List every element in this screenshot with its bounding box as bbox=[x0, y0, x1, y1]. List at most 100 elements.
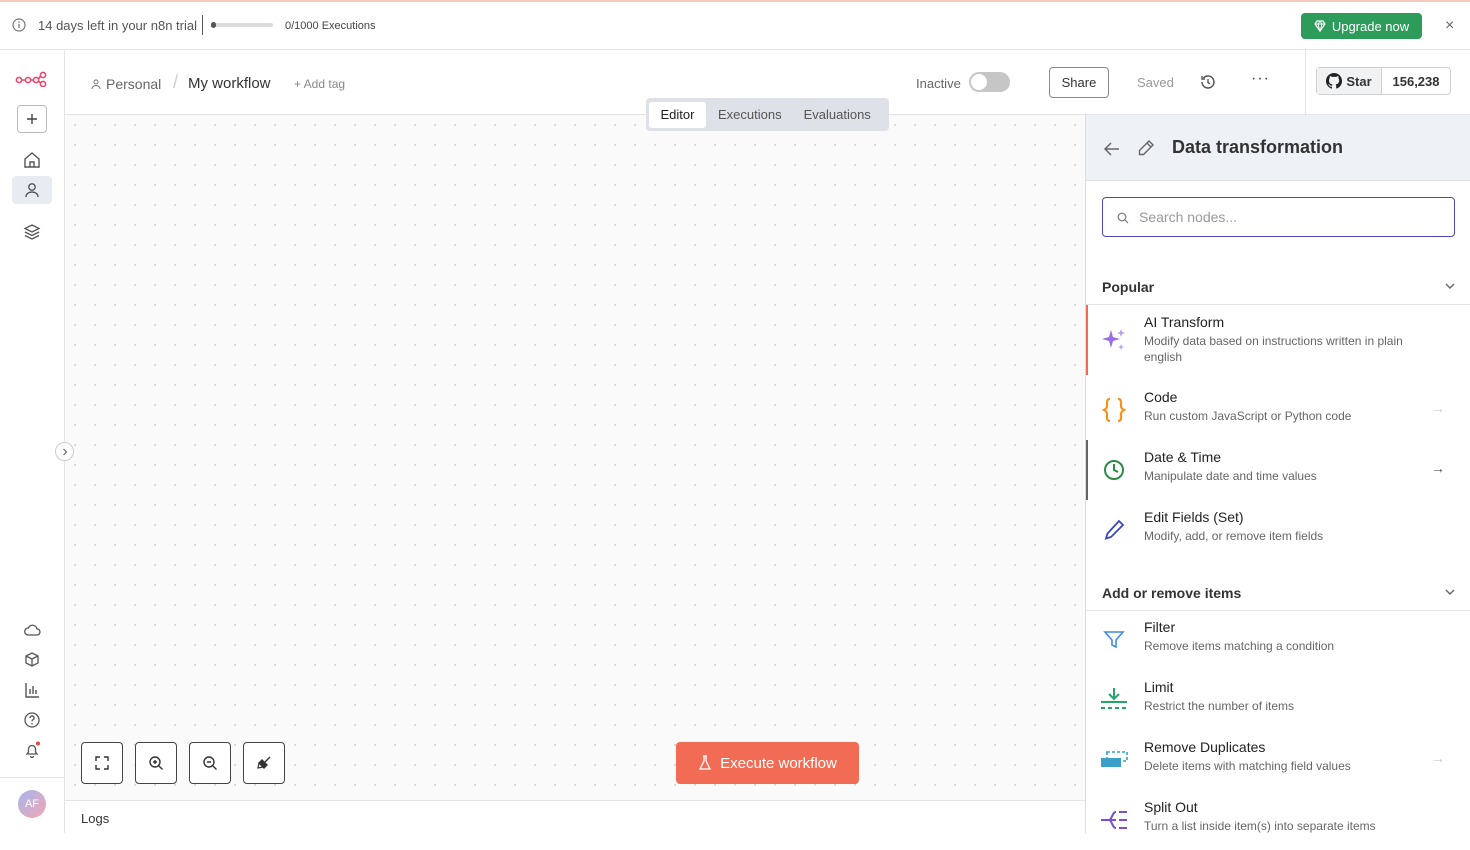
info-icon bbox=[12, 18, 26, 32]
tab-editor[interactable]: Editor bbox=[649, 101, 706, 128]
upgrade-label: Upgrade now bbox=[1331, 18, 1410, 34]
home-icon[interactable] bbox=[22, 150, 42, 170]
node-item-remove-duplicates[interactable]: Remove Duplicates Delete items with matc… bbox=[1086, 730, 1470, 790]
toggle-knob bbox=[971, 74, 987, 90]
logs-panel[interactable]: Logs bbox=[65, 800, 1085, 833]
search-nodes-field[interactable] bbox=[1102, 197, 1455, 237]
tab-executions[interactable]: Executions bbox=[708, 102, 792, 128]
sparkles-icon bbox=[1100, 326, 1128, 354]
breadcrumb-project[interactable]: Personal bbox=[90, 76, 161, 92]
workflow-name[interactable]: My workflow bbox=[188, 75, 271, 92]
breadcrumb-separator: / bbox=[173, 72, 179, 92]
plus-icon bbox=[27, 114, 37, 124]
pen-icon bbox=[1100, 516, 1128, 544]
share-button[interactable]: Share bbox=[1049, 67, 1109, 98]
fit-view-icon bbox=[95, 756, 109, 770]
section-popular[interactable]: Popular bbox=[1086, 267, 1470, 305]
more-options-button[interactable]: ··· bbox=[1251, 70, 1270, 88]
pencil-icon bbox=[1138, 140, 1154, 156]
section-title: Add or remove items bbox=[1102, 585, 1242, 601]
node-creator-panel: Data transformation Popular AI Transform… bbox=[1085, 115, 1470, 833]
node-name: Split Out bbox=[1144, 799, 1198, 815]
active-toggle[interactable] bbox=[969, 72, 1010, 92]
split-out-icon bbox=[1100, 806, 1128, 834]
saved-status: Saved bbox=[1137, 75, 1174, 90]
avatar[interactable]: AF bbox=[18, 790, 46, 818]
node-item-date-time[interactable]: Date & Time Manipulate date and time val… bbox=[1086, 440, 1470, 500]
highlight-bar bbox=[1086, 305, 1088, 375]
node-description: Manipulate date and time values bbox=[1144, 469, 1317, 483]
node-name: Edit Fields (Set) bbox=[1144, 509, 1244, 525]
github-star-widget: Star 156,238 bbox=[1305, 50, 1470, 115]
node-item-code[interactable]: Code Run custom JavaScript or Python cod… bbox=[1086, 380, 1470, 440]
chevron-down-icon bbox=[1445, 589, 1455, 595]
node-name: Code bbox=[1144, 389, 1178, 405]
filter-icon bbox=[1100, 626, 1128, 654]
panel-header: Data transformation bbox=[1086, 115, 1470, 181]
zoom-to-fit-button[interactable] bbox=[81, 742, 123, 784]
github-star-button[interactable]: Star bbox=[1317, 68, 1382, 94]
broom-icon bbox=[257, 756, 271, 769]
n8n-logo-icon[interactable] bbox=[15, 71, 47, 87]
zoom-out-button[interactable] bbox=[189, 742, 231, 784]
zoom-out-icon bbox=[203, 756, 217, 770]
close-banner-button[interactable]: × bbox=[1445, 17, 1454, 35]
node-name: Limit bbox=[1144, 679, 1174, 695]
project-name: Personal bbox=[106, 76, 162, 92]
hover-bar bbox=[1086, 440, 1088, 500]
gem-icon bbox=[1314, 20, 1326, 32]
expand-sidebar-button[interactable] bbox=[55, 442, 74, 461]
node-name: Remove Duplicates bbox=[1144, 739, 1266, 755]
upgrade-button[interactable]: Upgrade now bbox=[1301, 13, 1422, 39]
user-icon bbox=[91, 79, 101, 90]
executions-count: 0/1000 Executions bbox=[285, 20, 376, 32]
node-description: Delete items with matching field values bbox=[1144, 759, 1351, 773]
node-description: Restrict the number of items bbox=[1144, 699, 1295, 713]
insights-icon[interactable] bbox=[22, 680, 42, 700]
help-icon[interactable] bbox=[22, 710, 42, 730]
execute-label: Execute workflow bbox=[720, 754, 837, 772]
search-input[interactable] bbox=[1139, 206, 1439, 228]
node-name: Date & Time bbox=[1144, 449, 1222, 465]
section-add-remove-items[interactable]: Add or remove items bbox=[1086, 573, 1470, 611]
back-arrow-icon[interactable] bbox=[1104, 142, 1120, 156]
templates-icon[interactable] bbox=[22, 650, 42, 670]
duplicates-icon bbox=[1100, 746, 1128, 774]
node-item-ai-transform[interactable]: AI Transform Modify data based on instru… bbox=[1086, 305, 1470, 375]
history-icon[interactable] bbox=[1199, 73, 1217, 91]
logs-label: Logs bbox=[81, 811, 110, 826]
tab-evaluations[interactable]: Evaluations bbox=[794, 102, 881, 128]
arrow-right-icon: → bbox=[1431, 400, 1445, 416]
add-tag-button[interactable]: + Add tag bbox=[294, 77, 345, 91]
node-item-split-out[interactable]: Split Out Turn a list inside item(s) int… bbox=[1086, 790, 1470, 850]
node-item-filter[interactable]: Filter Remove items matching a condition bbox=[1086, 610, 1470, 670]
zoom-in-icon bbox=[149, 756, 163, 770]
zoom-in-button[interactable] bbox=[135, 742, 177, 784]
node-name: AI Transform bbox=[1144, 314, 1225, 330]
star-label: Star bbox=[1346, 73, 1372, 89]
execute-workflow-button[interactable]: Execute workflow bbox=[676, 742, 859, 784]
node-description: Turn a list inside item(s) into separate… bbox=[1144, 819, 1376, 833]
star-count[interactable]: 156,238 bbox=[1382, 68, 1450, 94]
arrow-right-icon: → bbox=[1431, 750, 1445, 766]
layers-icon[interactable] bbox=[22, 222, 42, 242]
tidy-up-button[interactable] bbox=[243, 742, 285, 784]
flask-icon bbox=[699, 755, 712, 770]
github-icon bbox=[1326, 73, 1343, 89]
panel-title: Data transformation bbox=[1172, 137, 1344, 157]
chevron-right-icon bbox=[62, 448, 67, 455]
node-item-limit[interactable]: Limit Restrict the number of items bbox=[1086, 670, 1470, 730]
user-icon[interactable] bbox=[22, 180, 42, 200]
create-button[interactable] bbox=[17, 105, 47, 133]
limit-icon bbox=[1100, 686, 1128, 714]
cloud-icon[interactable] bbox=[22, 620, 42, 640]
node-item-edit-fields[interactable]: Edit Fields (Set) Modify, add, or remove… bbox=[1086, 500, 1470, 560]
node-description: Modify data based on instructions writte… bbox=[1144, 334, 1403, 364]
search-icon bbox=[1117, 212, 1129, 224]
section-title: Popular bbox=[1102, 279, 1155, 295]
trial-text: 14 days left in your n8n trial bbox=[38, 18, 197, 33]
code-braces-icon bbox=[1100, 396, 1128, 424]
bell-icon[interactable] bbox=[22, 740, 42, 760]
arrow-right-icon: → bbox=[1431, 460, 1445, 476]
workflow-canvas[interactable] bbox=[65, 115, 1085, 800]
